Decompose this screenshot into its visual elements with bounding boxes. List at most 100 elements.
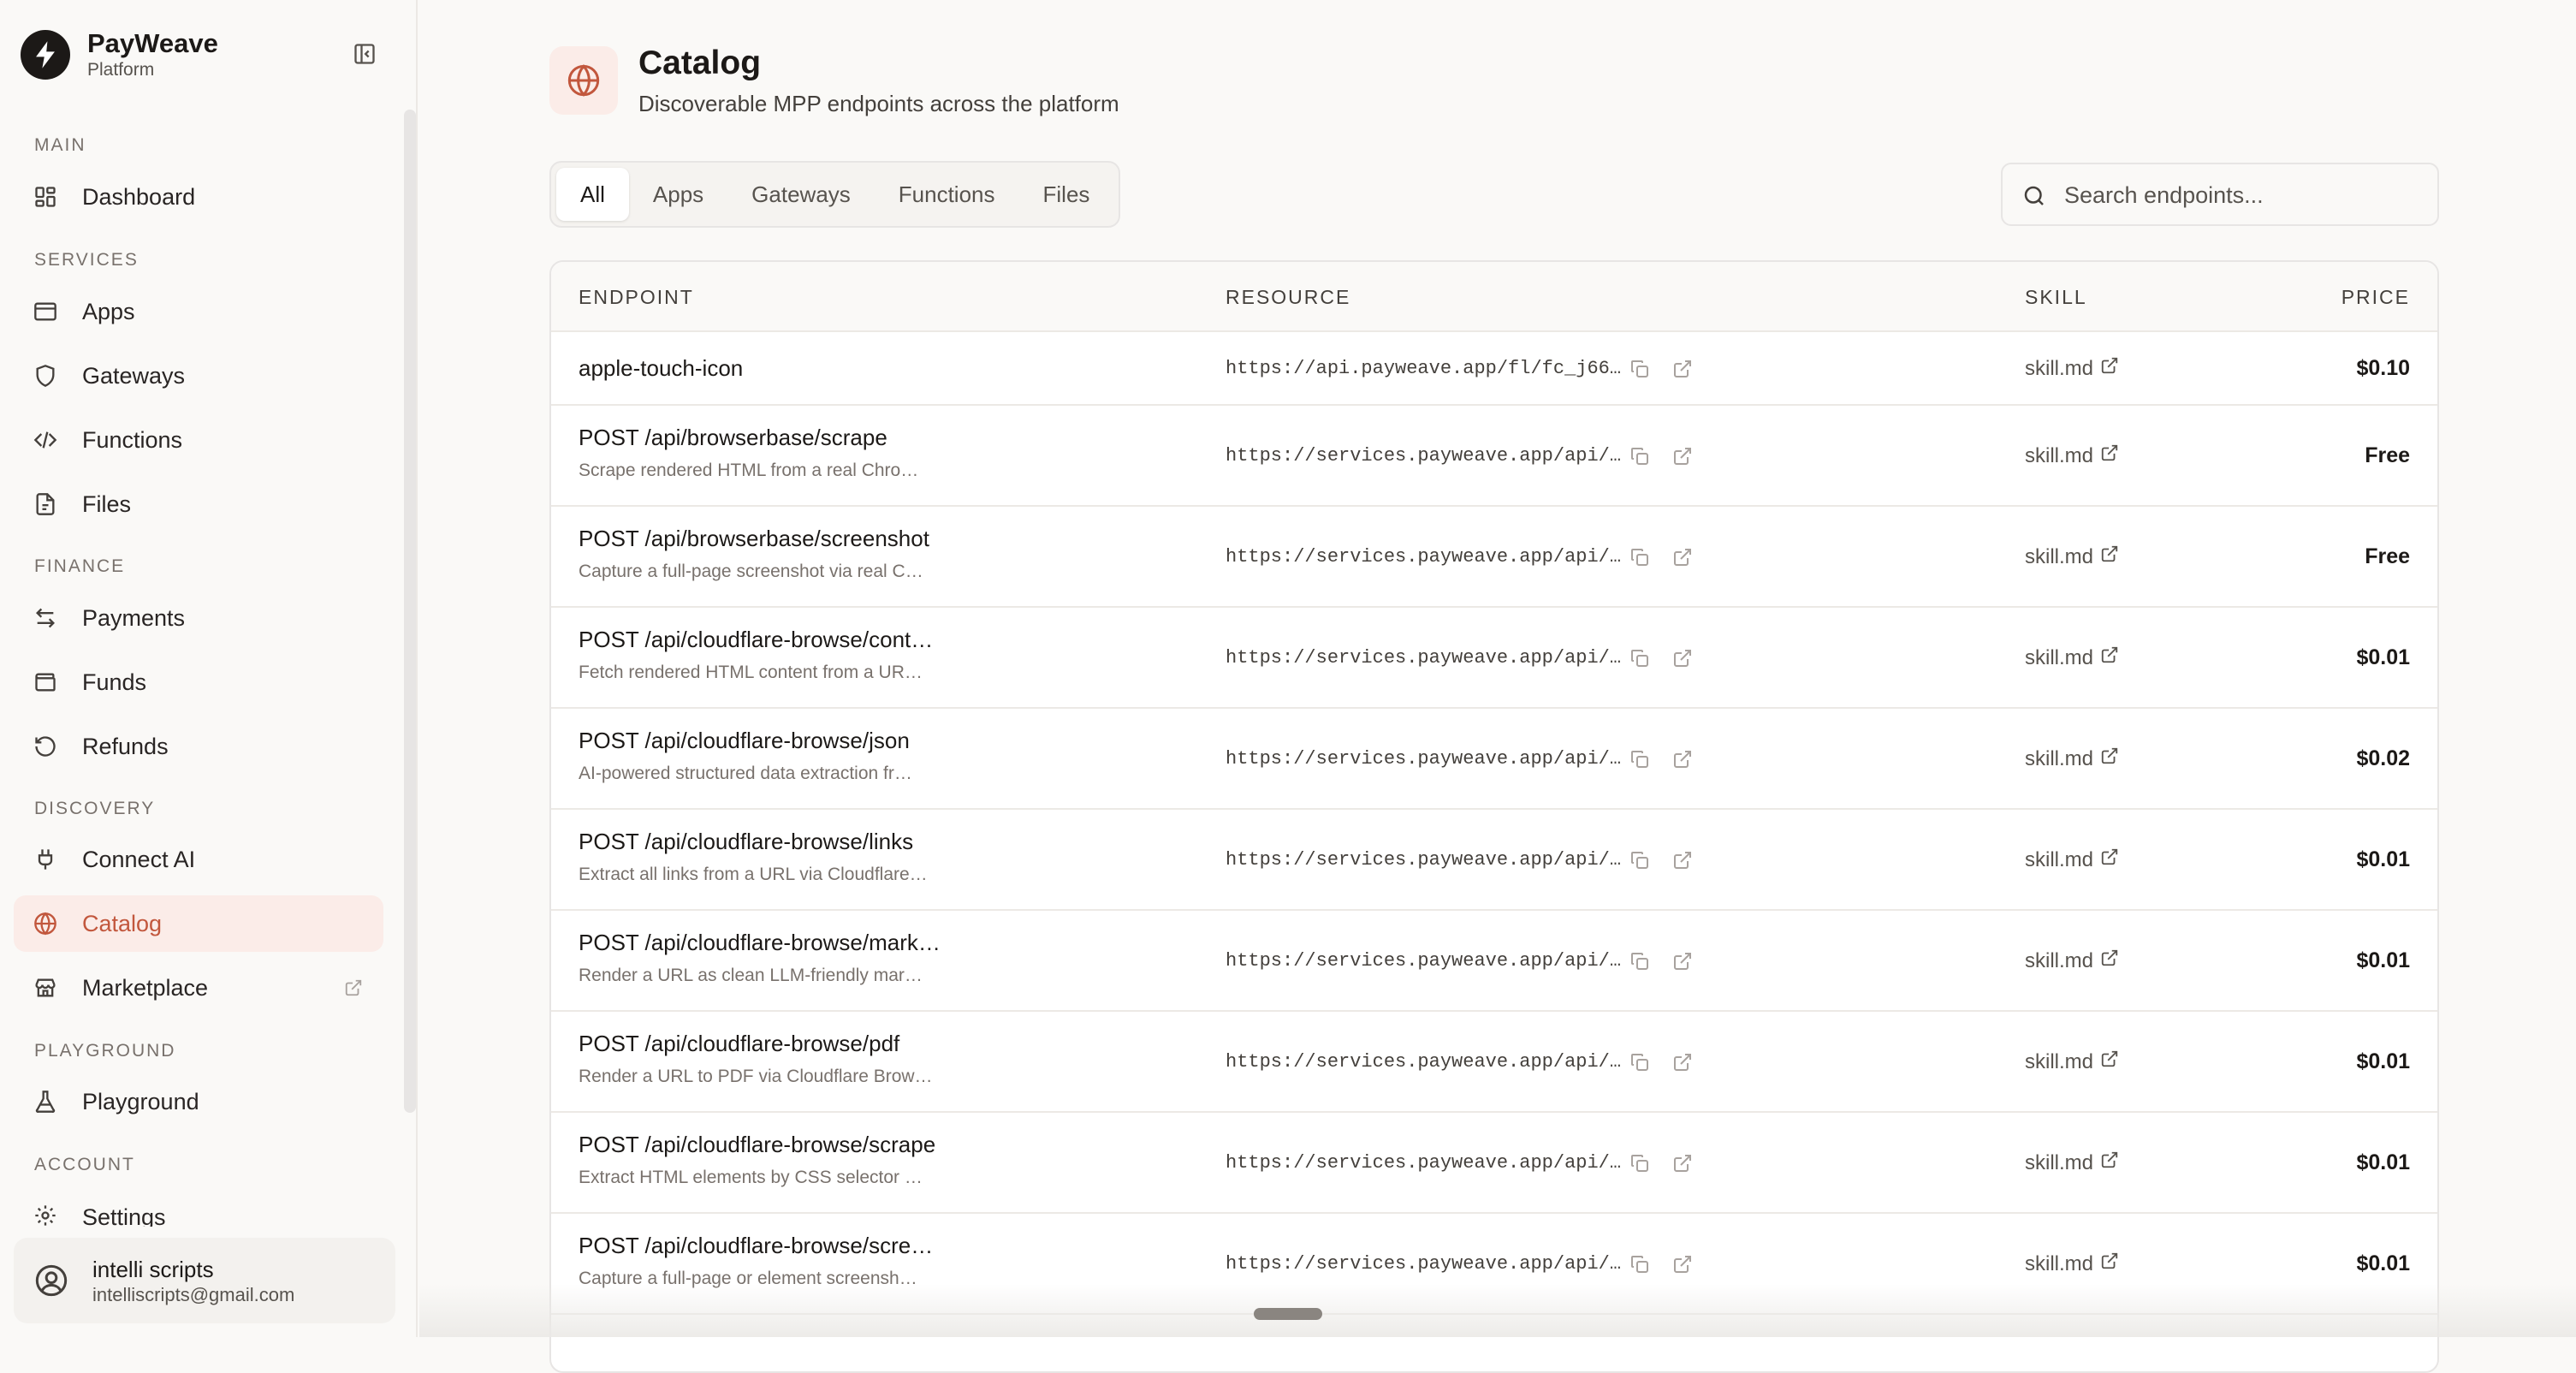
endpoint-title: POST /api/cloudflare-browse/scrape [579,1132,936,1157]
external-link-icon[interactable] [1672,749,1693,774]
price-value: $0.01 [2356,1150,2410,1174]
arrows-left-right-icon [33,605,58,631]
table-row[interactable]: apple-touch-icon https://api.payweave.app… [551,332,2437,406]
table-row[interactable]: POST /api/browserbase/scrape Scrape rende… [551,406,2437,507]
copy-icon[interactable] [1629,359,1650,383]
external-link-icon[interactable] [1672,1052,1693,1077]
table-row[interactable]: POST /api/cloudflare-browse/json AI-power… [551,709,2437,810]
copy-icon[interactable] [1629,850,1650,875]
sidebar-scrollbar[interactable] [404,110,416,1113]
table-row[interactable]: POST /api/browserbase/screenshot Capture … [551,507,2437,608]
sidebar-item-funds[interactable]: Funds [14,654,383,710]
external-link-icon[interactable] [1672,648,1693,673]
external-link-icon[interactable] [1672,547,1693,572]
skill-link-label: skill.md [2025,1150,2094,1174]
brand[interactable]: PayWeave Platform [21,27,218,82]
search-input[interactable] [2064,176,2424,214]
skill-link[interactable]: skill.md [2025,544,2119,569]
rotate-ccw-icon [33,734,58,759]
sidebar-collapse-icon[interactable] [347,39,382,68]
skill-link-label: skill.md [2025,356,2094,380]
price-value: Free [2365,443,2410,467]
file-icon [33,491,58,517]
plug-icon [33,847,58,872]
sidebar-item-catalog[interactable]: Catalog [14,895,383,952]
endpoint-description: Scrape rendered HTML from a real Chro… [579,461,919,480]
skill-link[interactable]: skill.md [2025,356,2119,381]
sidebar-item-payments[interactable]: Payments [14,590,383,646]
external-link-icon[interactable] [1672,1153,1693,1178]
copy-icon[interactable] [1629,446,1650,471]
external-link-icon [2093,645,2119,670]
external-link-icon[interactable] [1672,951,1693,976]
tab-gateways[interactable]: Gateways [727,168,875,221]
copy-icon[interactable] [1629,1153,1650,1178]
tab-all[interactable]: All [556,168,629,221]
table-row[interactable]: POST /api/cloudflare-browse/cont… Fetch r… [551,608,2437,709]
skill-link[interactable]: skill.md [2025,1150,2119,1175]
copy-icon[interactable] [1629,749,1650,774]
sidebar-item-functions[interactable]: Functions [14,412,383,468]
endpoint-title: apple-touch-icon [579,355,744,381]
external-link-icon [2093,847,2119,872]
section-main: MAIN [34,135,86,155]
skill-link[interactable]: skill.md [2025,443,2119,468]
skill-link[interactable]: skill.md [2025,1049,2119,1074]
code-icon [33,427,58,453]
price-value: $0.01 [2356,948,2410,972]
endpoint-description: Extract all links from a URL via Cloudfl… [579,865,928,884]
sidebar-item-label: Catalog [82,910,163,936]
page-title: Catalog [638,45,762,81]
shield-icon [33,363,58,389]
copy-icon[interactable] [1629,951,1650,976]
price-value: $0.01 [2356,1251,2410,1275]
sidebar-item-files[interactable]: Files [14,476,383,532]
copy-icon[interactable] [1629,648,1650,673]
column-header-endpoint: ENDPOINT [579,286,694,308]
sidebar-item-marketplace[interactable]: Marketplace [14,960,383,1016]
copy-icon[interactable] [1629,1254,1650,1279]
table-row[interactable]: POST /api/cloudflare-browse/mark… Render … [551,911,2437,1012]
external-link-icon[interactable] [1672,359,1693,383]
endpoint-title: POST /api/cloudflare-browse/mark… [579,930,941,955]
skill-link[interactable]: skill.md [2025,746,2119,771]
external-link-icon[interactable] [1672,446,1693,471]
skill-link-label: skill.md [2025,847,2094,871]
sidebar-item-settings[interactable]: Settings [14,1187,383,1227]
skill-link[interactable]: skill.md [2025,1251,2119,1276]
grid-icon [33,184,58,210]
endpoint-description: Render a URL to PDF via Cloudflare Brow… [579,1067,933,1086]
tab-files[interactable]: Files [1019,168,1114,221]
tab-apps[interactable]: Apps [629,168,727,221]
copy-icon[interactable] [1629,1052,1650,1077]
skill-link-label: skill.md [2025,544,2094,568]
skill-link[interactable]: skill.md [2025,645,2119,670]
external-link-icon[interactable] [1672,850,1693,875]
sidebar-item-dashboard[interactable]: Dashboard [14,169,383,225]
sidebar-item-connect-ai[interactable]: Connect AI [14,831,383,888]
endpoint-description: Capture a full-page screenshot via real … [579,562,923,581]
user-account-card[interactable]: intelli scripts intelliscripts@gmail.com [14,1238,395,1323]
section-account: ACCOUNT [34,1155,135,1174]
table-row[interactable]: POST /api/cloudflare-browse/links Extract… [551,810,2437,911]
external-link-icon[interactable] [1672,1254,1693,1279]
resource-url: https://services.payweave.app/api/… [1226,445,1622,467]
sidebar-item-label: Settings [82,1204,166,1227]
external-link-icon [2093,1150,2119,1175]
sidebar-item-refunds[interactable]: Refunds [14,718,383,775]
tab-functions[interactable]: Functions [875,168,1019,221]
skill-link[interactable]: skill.md [2025,948,2119,973]
sidebar-item-playground[interactable]: Playground [14,1073,383,1130]
sidebar-item-gateways[interactable]: Gateways [14,348,383,404]
horizontal-scrollbar[interactable] [1254,1308,1322,1320]
copy-icon[interactable] [1629,547,1650,572]
table-row[interactable]: POST /api/cloudflare-browse/scrape Extrac… [551,1113,2437,1214]
table-row[interactable]: POST /api/cloudflare-browse/pdf Render a … [551,1012,2437,1113]
sidebar-item-apps[interactable]: Apps [14,283,383,340]
endpoint-description: Render a URL as clean LLM-friendly mar… [579,966,923,985]
search-box [2001,163,2439,226]
price-value: $0.01 [2356,847,2410,871]
skill-link[interactable]: skill.md [2025,847,2119,872]
brand-name: PayWeave [87,28,218,58]
endpoint-title: POST /api/cloudflare-browse/scre… [579,1233,934,1258]
